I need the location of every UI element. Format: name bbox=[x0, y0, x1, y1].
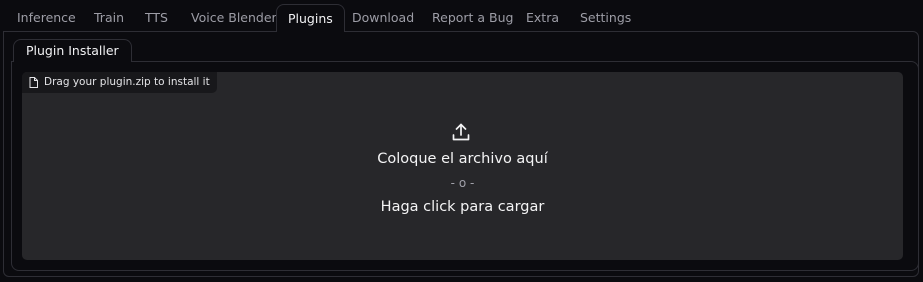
tab-train[interactable]: Train bbox=[83, 4, 135, 32]
tab-settings[interactable]: Settings bbox=[569, 4, 642, 32]
tab-plugins[interactable]: Plugins bbox=[276, 4, 345, 32]
tab-download[interactable]: Download bbox=[341, 4, 425, 32]
or-separator: - o - bbox=[450, 176, 475, 190]
tab-inference[interactable]: Inference bbox=[6, 4, 87, 32]
tab-extra[interactable]: Extra bbox=[515, 4, 570, 32]
drop-file-text: Coloque el archivo aquí bbox=[377, 151, 548, 167]
upload-icon bbox=[451, 122, 471, 142]
click-to-upload-text[interactable]: Haga click para cargar bbox=[22, 199, 903, 215]
upload-label: Drag your plugin.zip to install it bbox=[22, 72, 217, 93]
main-tab-bar: Inference Train TTS Voice Blender Plugin… bbox=[0, 0, 923, 33]
upload-label-text: Drag your plugin.zip to install it bbox=[44, 76, 210, 88]
tab-voice-blender[interactable]: Voice Blender bbox=[180, 4, 288, 32]
file-icon bbox=[29, 77, 38, 88]
tab-plugin-installer[interactable]: Plugin Installer bbox=[13, 39, 132, 62]
tab-tts[interactable]: TTS bbox=[134, 4, 179, 32]
tab-report-a-bug[interactable]: Report a Bug bbox=[421, 4, 524, 32]
